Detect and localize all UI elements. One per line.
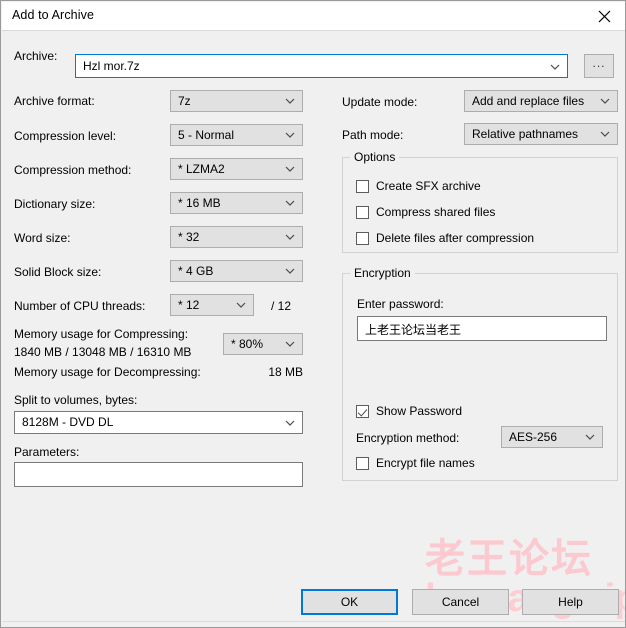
solid-block-size-combo[interactable]: * 4 GB [170, 260, 303, 282]
add-to-archive-dialog: Add to Archive Archive: Hzl mor.7z ... A… [0, 0, 626, 628]
memory-compressing-detail: 1840 MB / 13048 MB / 16310 MB [14, 345, 192, 359]
word-size-label: Word size: [14, 231, 71, 245]
close-glyph [598, 10, 610, 22]
chevron-down-icon [285, 166, 295, 172]
compression-level-combo[interactable]: 5 - Normal [170, 124, 303, 146]
word-size-value: * 32 [178, 230, 200, 244]
checkbox-create-sfx-archive[interactable]: Create SFX archive [356, 179, 481, 193]
archive-format-value: 7z [178, 94, 191, 108]
path-mode-value: Relative pathnames [472, 127, 579, 141]
archive-label: Archive: [14, 49, 58, 63]
checkbox-label: Show Password [376, 404, 463, 418]
browse-button[interactable]: ... [584, 54, 614, 78]
compression-method-label: Compression method: [14, 163, 132, 177]
update-mode-label: Update mode: [342, 95, 418, 109]
checkbox-encrypt-file-names[interactable]: Encrypt file names [356, 456, 475, 470]
chevron-down-icon [585, 434, 595, 440]
compression-method-value: * LZMA2 [178, 162, 225, 176]
memory-decompressing-label: Memory usage for Decompressing: [14, 365, 201, 379]
checkbox-show-password[interactable]: Show Password [356, 404, 462, 418]
watermark-chinese: 老王论坛 [425, 537, 593, 581]
dictionary-size-label: Dictionary size: [14, 197, 96, 211]
encryption-method-value: AES-256 [509, 430, 558, 444]
solid-block-size-label: Solid Block size: [14, 265, 102, 279]
checkbox-compress-shared-files[interactable]: Compress shared files [356, 205, 495, 219]
chevron-down-icon [600, 131, 610, 137]
chevron-down-icon [285, 132, 295, 138]
chevron-down-icon [285, 420, 295, 426]
chevron-down-icon [285, 98, 295, 104]
chevron-down-icon [285, 234, 295, 240]
options-group-title: Options [350, 150, 400, 164]
split-volumes-value: 8128M - DVD DL [22, 415, 114, 429]
update-mode-combo[interactable]: Add and replace files [464, 90, 618, 112]
path-mode-combo[interactable]: Relative pathnames [464, 123, 618, 145]
chevron-down-icon [285, 268, 295, 274]
chevron-down-icon [600, 98, 610, 104]
compression-level-value: 5 - Normal [178, 128, 235, 142]
help-button[interactable]: Help [522, 589, 619, 615]
dictionary-size-combo[interactable]: * 16 MB [170, 192, 303, 214]
path-mode-label: Path mode: [342, 128, 404, 142]
update-mode-value: Add and replace files [472, 94, 585, 108]
checkbox-delete-files-after-compression[interactable]: Delete files after compression [356, 231, 534, 245]
parameters-label: Parameters: [14, 445, 80, 459]
ok-button[interactable]: OK [301, 589, 398, 615]
cpu-threads-label: Number of CPU threads: [14, 299, 146, 313]
chevron-down-icon [285, 200, 295, 206]
chevron-down-icon [236, 302, 246, 308]
close-icon[interactable] [582, 2, 625, 30]
checkbox-box [356, 404, 369, 418]
split-volumes-label: Split to volumes, bytes: [14, 393, 138, 407]
parameters-input[interactable] [14, 462, 303, 487]
checkbox-label: Create SFX archive [376, 179, 481, 193]
memory-decompressing-value: 18 MB [268, 365, 303, 379]
compression-method-combo[interactable]: * LZMA2 [170, 158, 303, 180]
checkbox-box [356, 231, 369, 245]
cpu-threads-combo[interactable]: * 12 [170, 294, 254, 316]
archive-format-label: Archive format: [14, 94, 95, 108]
password-input[interactable]: 上老王论坛当老王 [357, 316, 607, 341]
word-size-combo[interactable]: * 32 [170, 226, 303, 248]
memory-compressing-label: Memory usage for Compressing: [14, 327, 189, 341]
encryption-method-label: Encryption method: [356, 431, 460, 445]
password-label: Enter password: [357, 297, 444, 311]
options-group: Options Create SFX archive Compress shar… [342, 150, 618, 253]
archive-name-value: Hzl mor.7z [83, 59, 140, 73]
cpu-threads-value: * 12 [178, 298, 200, 312]
checkbox-box [356, 179, 369, 193]
encryption-group-title: Encryption [350, 266, 415, 280]
checkbox-box [356, 456, 369, 470]
solid-block-size-value: * 4 GB [178, 264, 214, 278]
checkbox-label: Compress shared files [376, 205, 496, 219]
compression-level-label: Compression level: [14, 129, 117, 143]
cancel-button[interactable]: Cancel [412, 589, 509, 615]
memory-percent-combo[interactable]: * 80% [223, 333, 303, 355]
checkbox-label: Delete files after compression [376, 231, 535, 245]
dictionary-size-value: * 16 MB [178, 196, 221, 210]
chevron-down-icon [285, 341, 295, 347]
archive-format-combo[interactable]: 7z [170, 90, 303, 112]
password-value: 上老王论坛当老王 [365, 323, 462, 337]
archive-name-combo[interactable]: Hzl mor.7z [75, 54, 568, 78]
window-title: Add to Archive [12, 8, 95, 22]
title-bar: Add to Archive [2, 2, 625, 31]
memory-percent-value: * 80% [231, 337, 264, 351]
checkbox-label: Encrypt file names [376, 456, 475, 470]
encryption-group: Encryption Enter password: 上老王论坛当老王 Show… [342, 266, 618, 481]
encryption-method-combo[interactable]: AES-256 [501, 426, 603, 448]
bottom-divider [2, 621, 625, 622]
split-volumes-combo[interactable]: 8128M - DVD DL [14, 411, 303, 434]
chevron-down-icon [550, 64, 560, 70]
cpu-threads-total: / 12 [271, 299, 292, 313]
checkbox-box [356, 205, 369, 219]
